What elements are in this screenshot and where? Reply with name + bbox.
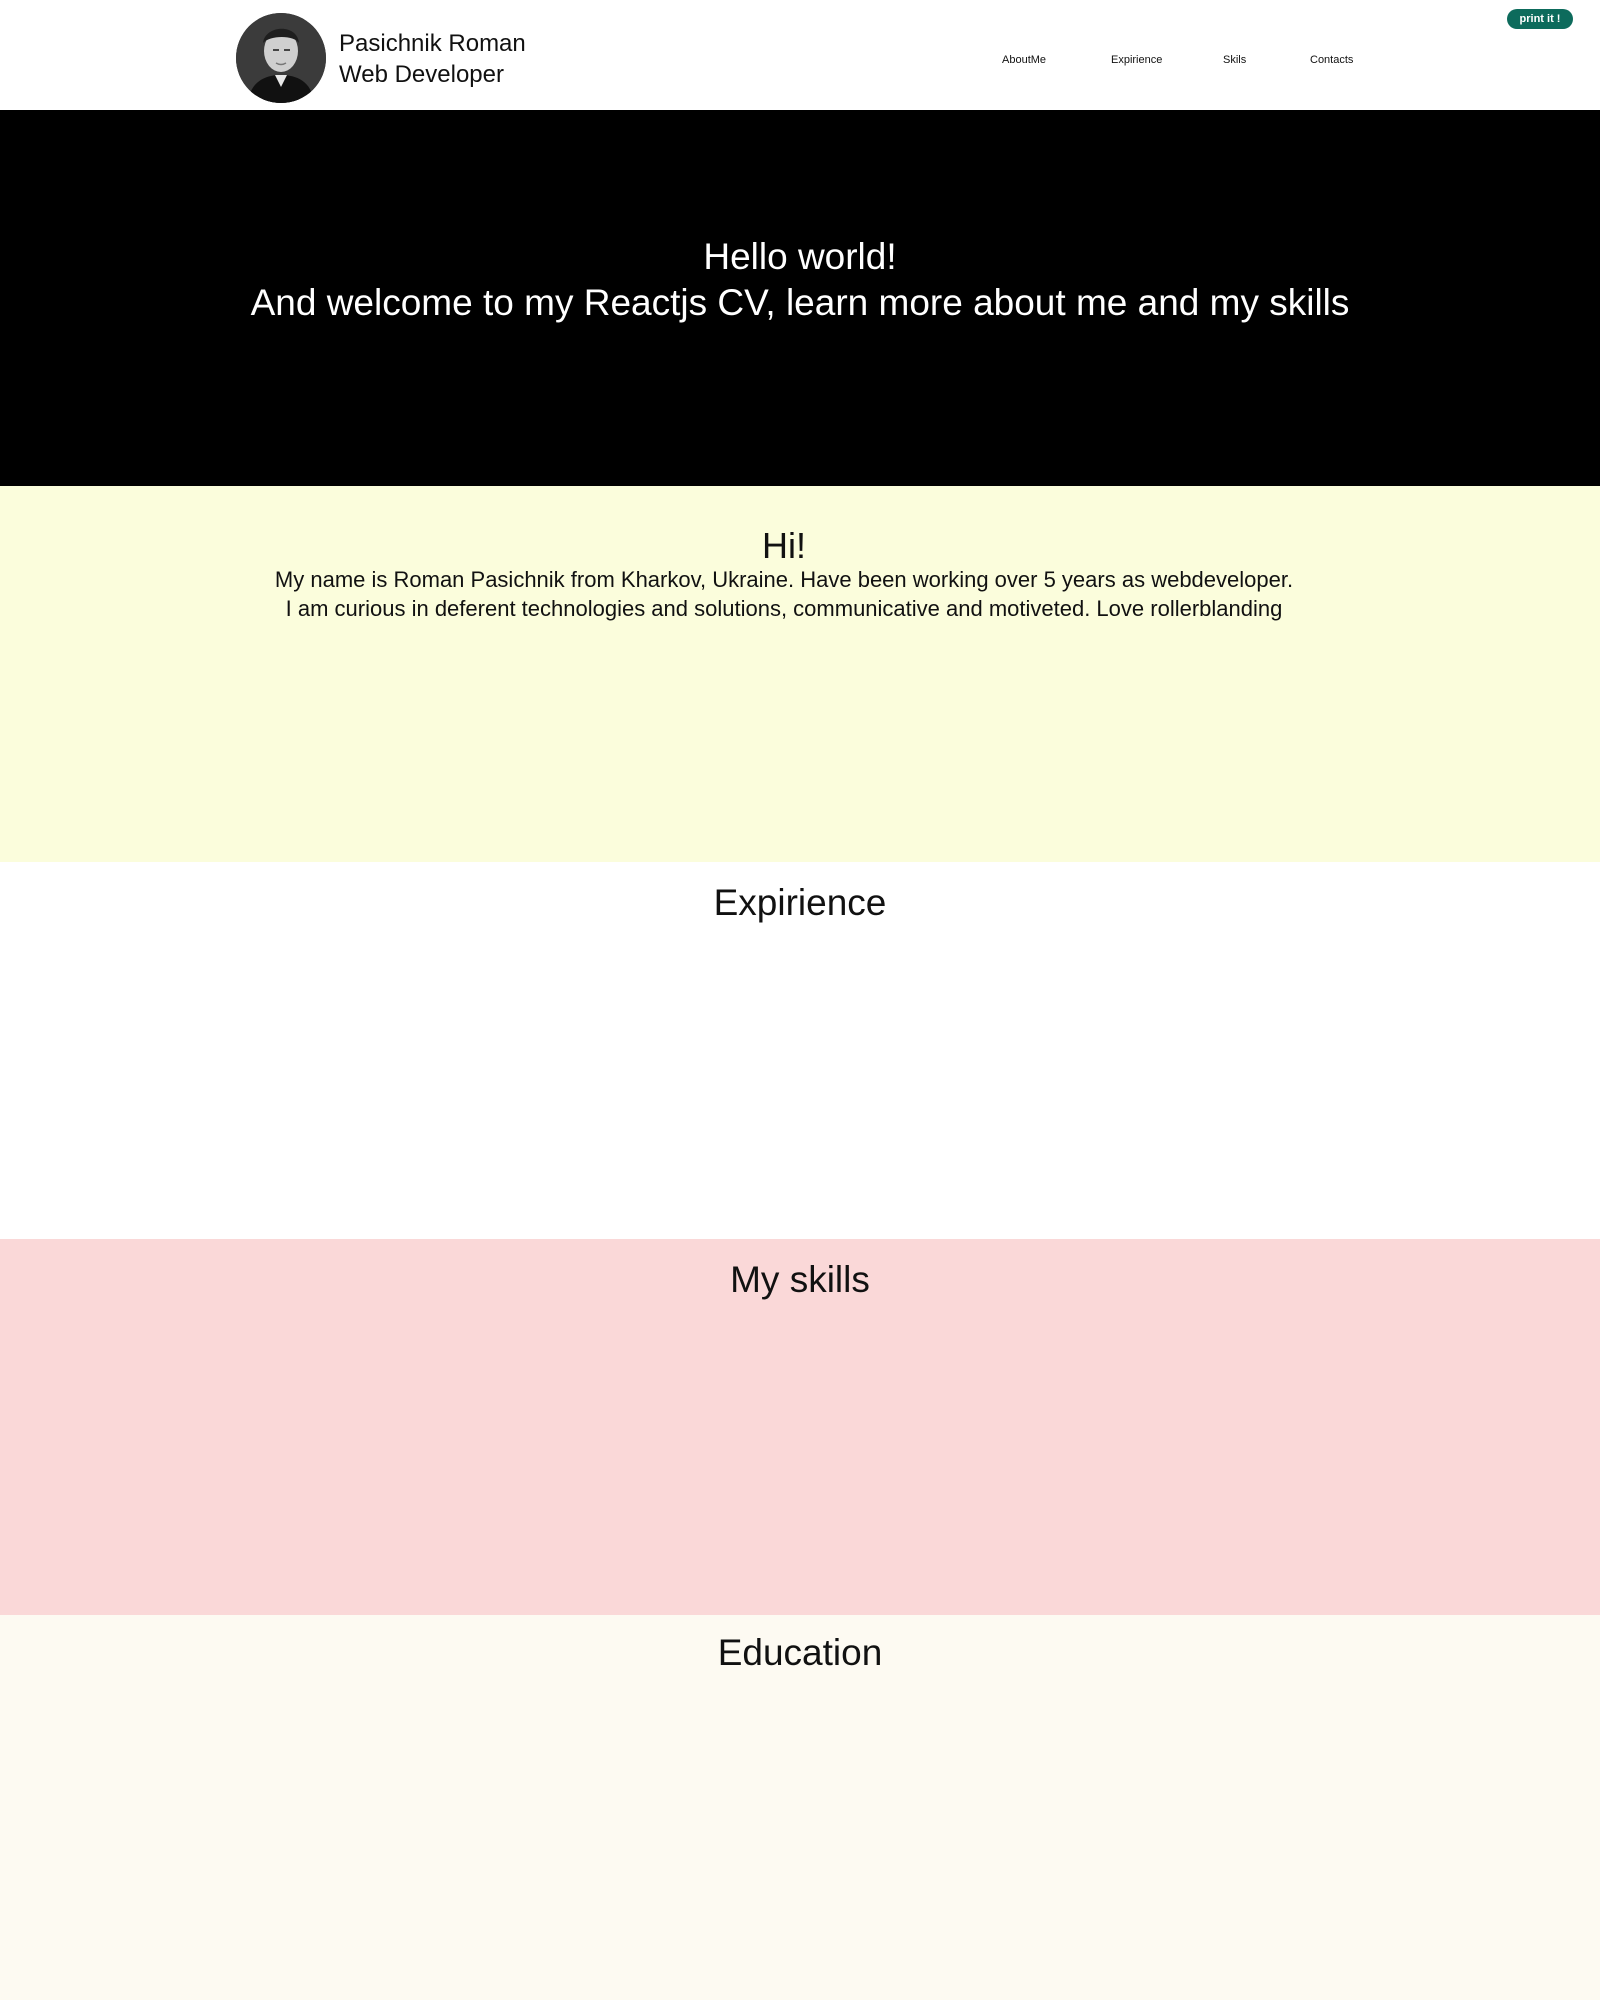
- about-section: Hi! My name is Roman Pasichnik from Khar…: [0, 486, 1600, 862]
- hero-welcome: And welcome to my Reactjs CV, learn more…: [250, 282, 1350, 323]
- nav-item-skils[interactable]: Skils: [1223, 54, 1246, 66]
- experience-title: Expirience: [713, 882, 887, 923]
- nav-item-expirience[interactable]: Expirience: [1111, 54, 1162, 66]
- nav-item-aboutme[interactable]: AboutMe: [1002, 54, 1046, 66]
- about-line-1: My name is Roman Pasichnik from Kharkov,…: [274, 567, 1294, 592]
- about-text: My name is Roman Pasichnik from Kharkov,…: [0, 565, 1568, 623]
- print-button[interactable]: print it !: [1507, 9, 1573, 29]
- skills-title: My skills: [730, 1259, 870, 1300]
- about-title: Hi!: [762, 525, 806, 566]
- main-nav: AboutMe Expirience Skils Contacts: [0, 54, 1600, 70]
- hero-section: Hello world! And welcome to my Reactjs C…: [0, 110, 1600, 486]
- hero-text: Hello world! And welcome to my Reactjs C…: [0, 234, 1600, 326]
- nav-item-contacts[interactable]: Contacts: [1310, 54, 1353, 66]
- hero-greeting: Hello world!: [703, 236, 897, 277]
- about-line-2: I am curious in deferent technologies an…: [285, 596, 1283, 621]
- skills-section: My skills: [0, 1239, 1600, 1615]
- education-section: Education: [0, 1615, 1600, 2000]
- experience-section: Expirience: [0, 862, 1600, 1239]
- education-title: Education: [717, 1632, 883, 1673]
- site-header: Pasichnik Roman Web Developer AboutMe Ex…: [0, 0, 1600, 110]
